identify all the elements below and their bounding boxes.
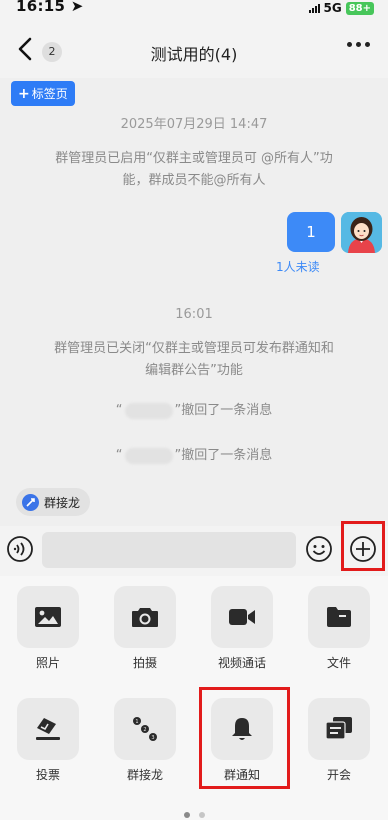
add-tab-button[interactable]: + 标签页: [11, 81, 75, 106]
system-message-line: 能，群成员不能@所有人: [122, 173, 266, 188]
action-label: 投票: [35, 768, 60, 782]
action-label: 照片: [35, 656, 60, 670]
action-photo[interactable]: 照片: [12, 586, 84, 671]
relay-chip-icon: [22, 493, 39, 511]
status-indicators: 5G 88+: [308, 1, 374, 15]
action-file[interactable]: 文件: [303, 586, 375, 671]
relay-chip[interactable]: 群接龙: [16, 488, 91, 516]
sent-message-bubble[interactable]: 1: [287, 212, 335, 252]
meeting-icon: [325, 717, 352, 740]
page-indicator: [0, 812, 388, 818]
emoji-button[interactable]: [305, 535, 333, 563]
action-vote[interactable]: 投票: [12, 698, 84, 783]
action-label: 视频通话: [217, 656, 266, 670]
system-message-line: 群管理员已关闭“仅群主或管理员可发布群通知和: [54, 341, 334, 356]
video-call-icon: [229, 609, 255, 625]
blurred-name: [124, 447, 173, 464]
voice-icon: [7, 536, 33, 562]
highlight-box-group-notice: [199, 687, 290, 789]
user-avatar-icon: [341, 212, 382, 253]
status-bar: 16:15 ➤ 5G 88+: [0, 0, 388, 24]
recall-text: ”撤回了一条消息: [174, 403, 273, 418]
photo-icon: [35, 607, 61, 627]
emoji-icon: [306, 536, 332, 562]
svg-text:2: 2: [143, 727, 146, 733]
relay-icon: 1 2 3: [133, 717, 157, 741]
recall-quote-open: “: [115, 403, 123, 418]
more-button[interactable]: [347, 42, 370, 47]
read-status-link[interactable]: 1人未读: [276, 258, 320, 275]
recall-notice: “ ”撤回了一条消息: [0, 445, 388, 467]
chat-title: 测试用的(4): [150, 45, 238, 64]
action-label: 拍摄: [132, 656, 157, 670]
add-tab-label: 标签页: [31, 87, 68, 101]
status-time: 16:15 ➤: [16, 0, 84, 15]
action-label: 文件: [326, 656, 351, 670]
folder-icon: [327, 607, 351, 627]
action-label: 群接龙: [126, 768, 163, 782]
system-message-line: 编辑群公告”功能: [145, 363, 243, 378]
battery-icon: 88+: [345, 1, 374, 15]
action-tile: [17, 698, 79, 760]
page-dot: [198, 812, 205, 818]
svg-text:3: 3: [151, 735, 154, 741]
quick-action-bar: 群接龙: [0, 478, 388, 526]
camera-icon: [132, 608, 158, 627]
nav-bar: 2 测试用的(4): [0, 24, 388, 78]
message-timestamp: 2025年07月29日 14:47: [120, 117, 268, 132]
more-dot-icon: [365, 42, 370, 47]
vote-icon: [36, 718, 60, 740]
more-dot-icon: [347, 42, 352, 47]
svg-text:1: 1: [135, 719, 138, 725]
message-timestamp: 16:01: [175, 307, 213, 322]
action-tile: [114, 586, 176, 648]
relay-chip-label: 群接龙: [44, 495, 81, 510]
system-message-line: 群管理员已启用“仅群主或管理员可 @所有人”功: [55, 151, 333, 166]
network-label: 5G: [323, 1, 342, 15]
input-bar: [0, 526, 388, 576]
chat-messages[interactable]: 2025年07月29日 14:47 群管理员已启用“仅群主或管理员可 @所有人”…: [0, 78, 388, 478]
action-panel: 照片 拍摄 视频通话 文件 投票 1 2 3 群接龙 群通知 开会: [0, 576, 388, 820]
page-dot-active: [183, 812, 190, 818]
action-tile: [211, 586, 273, 648]
plus-icon: +: [18, 85, 30, 102]
signal-icon: [308, 3, 320, 13]
action-meeting[interactable]: 开会: [303, 698, 375, 783]
action-relay[interactable]: 1 2 3 群接龙: [109, 698, 181, 783]
action-camera[interactable]: 拍摄: [109, 586, 181, 671]
action-tile: [308, 586, 370, 648]
action-tile: 1 2 3: [114, 698, 176, 760]
recall-quote-open: “: [115, 448, 123, 463]
avatar[interactable]: [341, 212, 382, 253]
action-tile: [17, 586, 79, 648]
recall-notice: “ ”撤回了一条消息: [0, 400, 388, 422]
voice-button[interactable]: [6, 535, 34, 563]
action-tile: [308, 698, 370, 760]
action-video-call[interactable]: 视频通话: [206, 586, 278, 671]
recall-text: ”撤回了一条消息: [174, 448, 273, 463]
blurred-name: [124, 402, 173, 419]
highlight-box-plus: [341, 521, 385, 571]
message-input[interactable]: [42, 532, 296, 568]
action-label: 开会: [326, 768, 351, 782]
more-dot-icon: [356, 42, 361, 47]
location-arrow-icon: ➤: [70, 0, 84, 15]
